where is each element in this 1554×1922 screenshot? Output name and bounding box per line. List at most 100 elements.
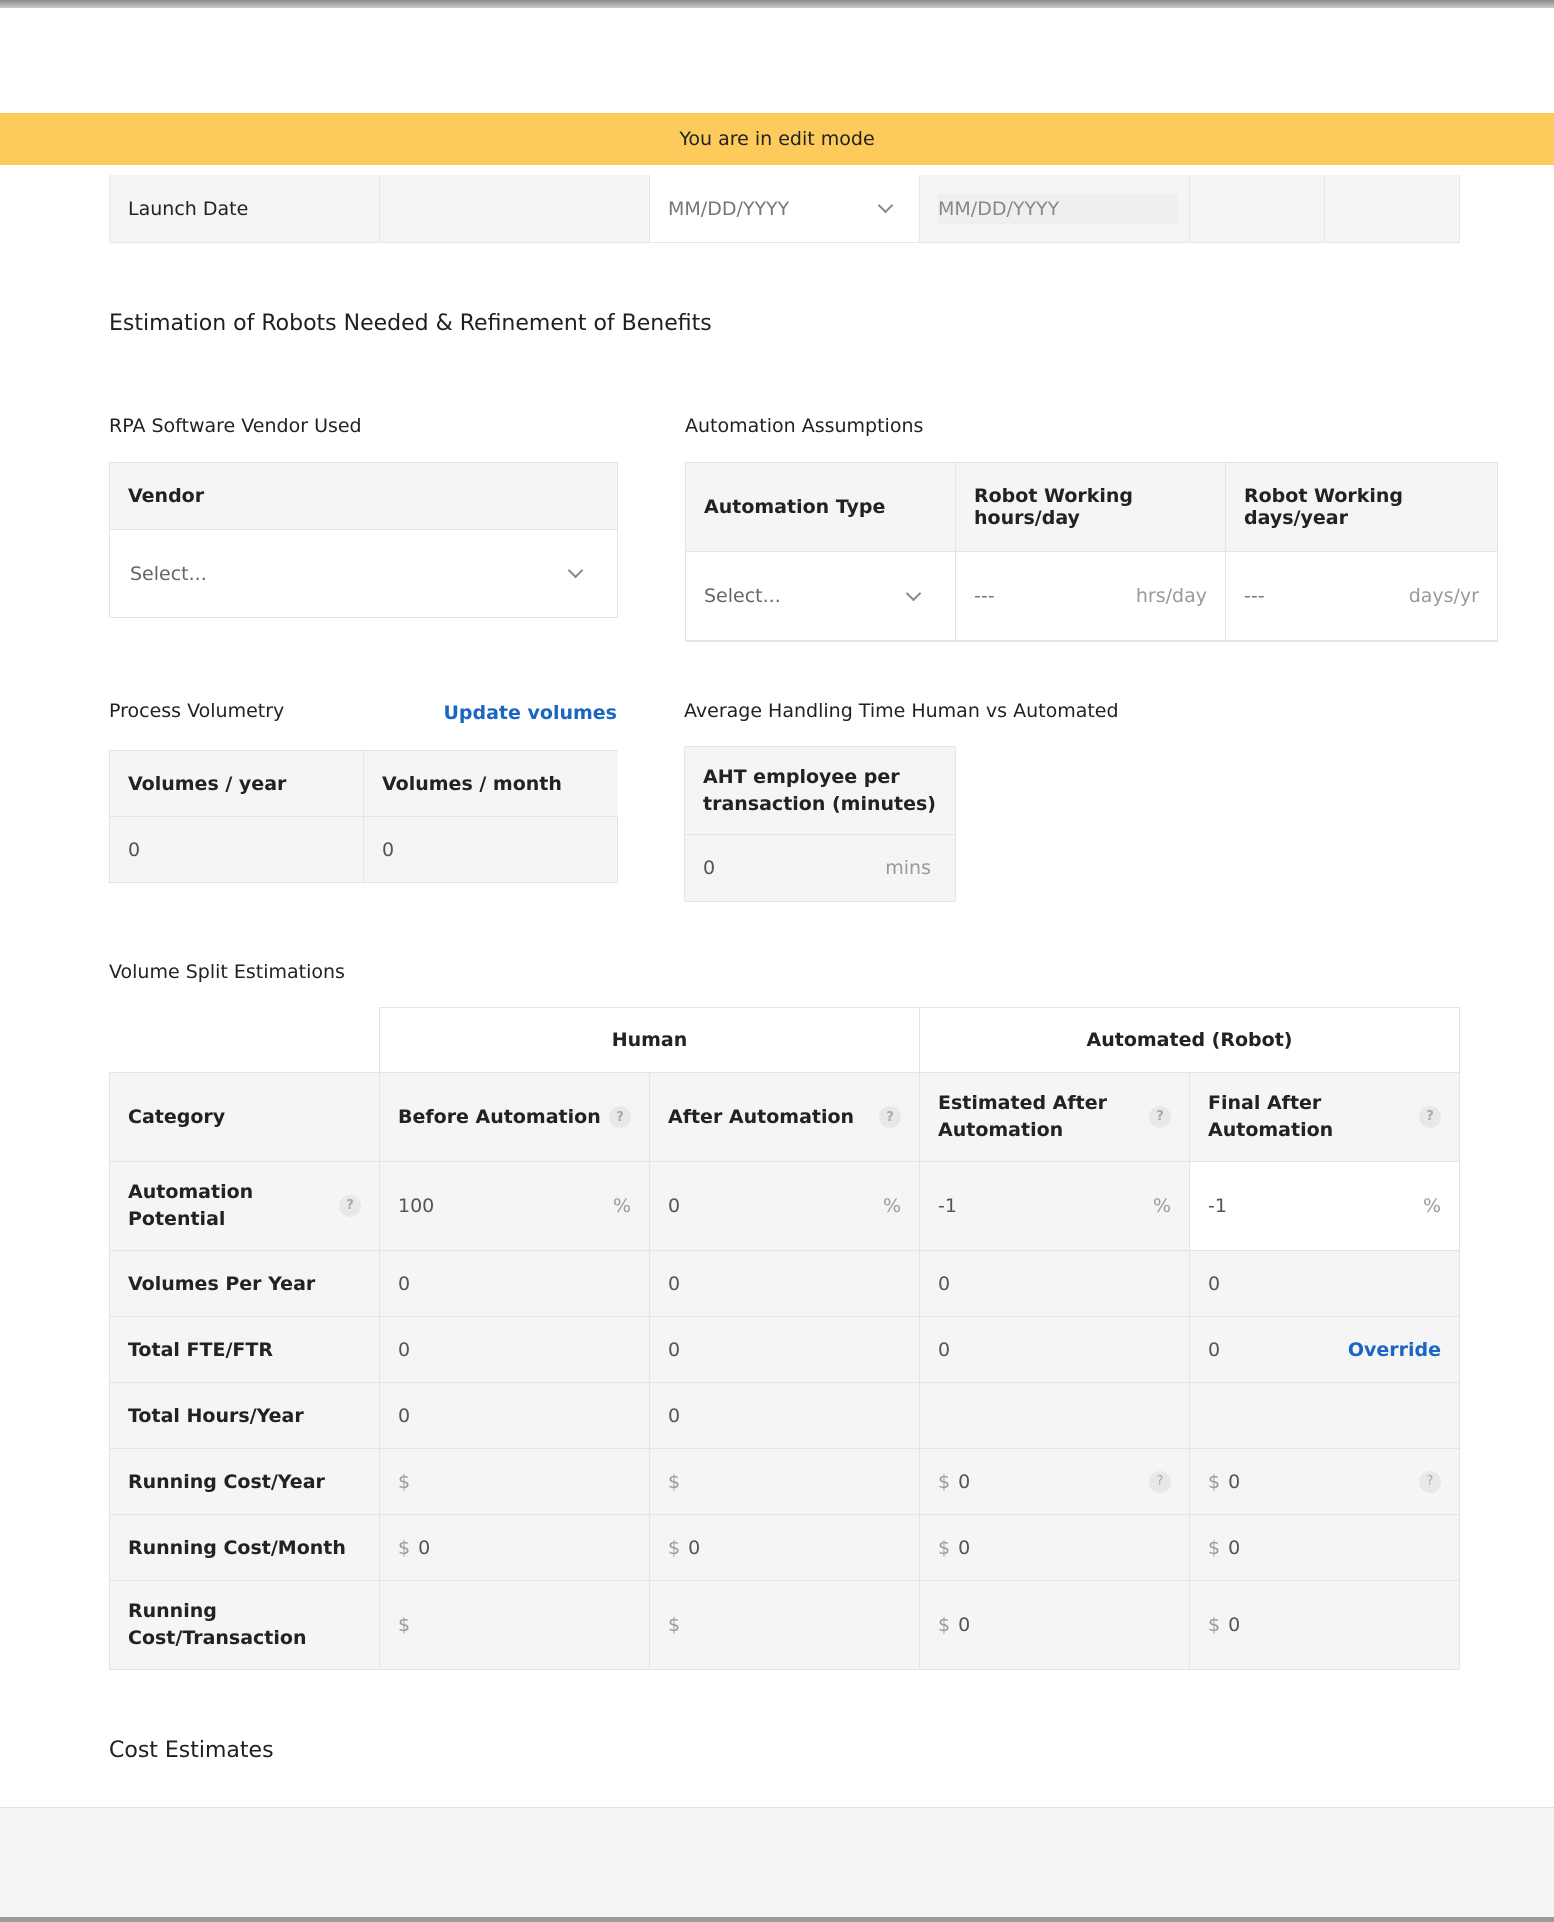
dollar-sign: $: [668, 1614, 681, 1636]
row-label-text: Running Cost/Month: [128, 1536, 346, 1559]
assumptions-header-days: Robot Working days/year: [1226, 463, 1497, 552]
vendor-header: Vendor: [110, 463, 617, 530]
cell-value: 0: [398, 1272, 411, 1295]
col-header-after: After Automation?: [650, 1073, 920, 1162]
robot-days-value: ---: [1244, 585, 1265, 607]
aht-header: AHT employee per transaction (minutes): [685, 747, 955, 835]
percent-unit: %: [612, 1195, 631, 1217]
cost-estimates-title: Cost Estimates: [109, 1738, 274, 1763]
vendor-title: RPA Software Vendor Used: [109, 415, 362, 437]
col-header-final-label: Final After Automation: [1208, 1092, 1334, 1141]
table-row: Total FTE/FTR 0 0 0 0 Override: [109, 1317, 1460, 1383]
help-icon[interactable]: ?: [1419, 1106, 1441, 1128]
assumptions-header-type: Automation Type: [686, 463, 956, 552]
vendor-select[interactable]: Select...: [110, 530, 617, 617]
dollar-sign: $: [1208, 1536, 1221, 1559]
robot-hours-unit: hrs/day: [1135, 585, 1207, 607]
aht-input[interactable]: 0 mins: [685, 835, 955, 901]
dollar-sign: $: [668, 1470, 681, 1493]
row-label: Total FTE/FTR: [110, 1317, 380, 1383]
percent-unit: %: [1422, 1195, 1441, 1217]
cell-value: -1: [1208, 1195, 1227, 1217]
volumes-year-value: 0: [110, 817, 364, 883]
help-icon[interactable]: ?: [879, 1106, 901, 1128]
row-label: Running Cost/Year: [110, 1449, 380, 1515]
percent-unit: %: [1152, 1195, 1171, 1217]
volumes-month-value: 0: [382, 839, 395, 861]
human-group-header: Human: [379, 1007, 920, 1072]
table-row: Running Cost/Month $0 $0 $0 $0: [109, 1515, 1460, 1581]
footer-area: [0, 1807, 1554, 1917]
row-label-text: Automation Potential: [128, 1181, 254, 1230]
table-cell: 0 Override: [1190, 1317, 1460, 1383]
dollar-sign: $: [398, 1614, 411, 1636]
row-label-text: Running Cost/Year: [128, 1470, 325, 1493]
cell-value: 0: [668, 1404, 681, 1427]
vendor-table: Vendor Select...: [109, 462, 618, 618]
window-bottom-border: [0, 1917, 1554, 1922]
help-icon[interactable]: ?: [1419, 1470, 1441, 1493]
vendor-select-placeholder: Select...: [130, 562, 207, 585]
percent-unit: %: [882, 1195, 901, 1217]
launch-date-placeholder-2: MM/DD/YYYY: [938, 193, 1178, 224]
launch-date-empty-cell-2: [1190, 175, 1325, 242]
cell-value: 0: [668, 1195, 681, 1217]
table-cell: 0: [650, 1383, 920, 1449]
dollar-sign: $: [398, 1536, 411, 1559]
help-icon[interactable]: ?: [339, 1195, 361, 1217]
help-icon[interactable]: ?: [1149, 1106, 1171, 1128]
automation-potential-final-input[interactable]: -1%: [1190, 1162, 1460, 1251]
table-cell: [920, 1383, 1190, 1449]
dollar-sign: $: [668, 1536, 681, 1559]
dollar-sign: $: [938, 1536, 951, 1559]
volumetry-table: Volumes / year Volumes / month 0 0: [109, 750, 618, 883]
automation-potential-after: 0%: [650, 1162, 920, 1251]
cell-value: 0: [668, 1272, 681, 1295]
table-cell: 0: [1190, 1251, 1460, 1317]
cell-value: 0: [938, 1272, 951, 1295]
row-label-text: Total Hours/Year: [128, 1404, 304, 1427]
table-row: Running Cost/Transaction $ $ $0 $0: [109, 1581, 1460, 1670]
robot-hours-input[interactable]: --- hrs/day: [956, 552, 1226, 641]
col-header-estimated-label: Estimated After Automation: [938, 1092, 1107, 1141]
update-volumes-link[interactable]: Update volumes: [443, 702, 617, 724]
help-icon[interactable]: ?: [1149, 1470, 1171, 1493]
table-cell: 0: [380, 1251, 650, 1317]
dollar-sign: $: [1208, 1470, 1221, 1493]
table-cell: $: [380, 1581, 650, 1670]
assumptions-header-hours: Robot Working hours/day: [956, 463, 1226, 552]
robot-days-unit: days/yr: [1408, 585, 1479, 607]
table-cell: 0: [650, 1251, 920, 1317]
cell-value: 0: [398, 1404, 411, 1427]
table-cell: $0: [650, 1515, 920, 1581]
cell-value: 0: [958, 1614, 971, 1636]
cell-value: 0: [938, 1338, 951, 1361]
edit-mode-banner: You are in edit mode: [0, 113, 1554, 165]
launch-date-input-2[interactable]: MM/DD/YYYY: [920, 175, 1190, 242]
cell-value: 0: [398, 1338, 411, 1361]
automation-type-select[interactable]: Select...: [686, 552, 956, 641]
row-label: Automation Potential?: [110, 1162, 380, 1251]
table-row: Automation Potential? 100% 0% -1% -1%: [109, 1162, 1460, 1251]
help-icon[interactable]: ?: [609, 1106, 631, 1128]
table-cell: 0: [380, 1383, 650, 1449]
aht-value: 0: [703, 857, 716, 879]
table-cell: 0: [650, 1317, 920, 1383]
launch-date-picker[interactable]: MM/DD/YYYY: [650, 175, 920, 242]
override-link[interactable]: Override: [1348, 1339, 1441, 1361]
automation-potential-estimated: -1%: [920, 1162, 1190, 1251]
row-label: Total Hours/Year: [110, 1383, 380, 1449]
robot-days-input[interactable]: --- days/yr: [1226, 552, 1497, 641]
table-cell: 0: [920, 1317, 1190, 1383]
cell-value: 0: [1228, 1536, 1241, 1559]
volumetry-title: Process Volumetry: [109, 700, 285, 722]
col-header-estimated: Estimated After Automation?: [920, 1073, 1190, 1162]
table-row: Total Hours/Year 0 0: [109, 1383, 1460, 1449]
automation-potential-before: 100%: [380, 1162, 650, 1251]
table-cell: $0: [920, 1515, 1190, 1581]
cell-value: 100: [398, 1195, 435, 1217]
launch-date-empty-cell-3: [1325, 175, 1459, 242]
robot-hours-value: ---: [974, 585, 995, 607]
cell-value: 0: [958, 1536, 971, 1559]
aht-unit: mins: [885, 857, 931, 879]
